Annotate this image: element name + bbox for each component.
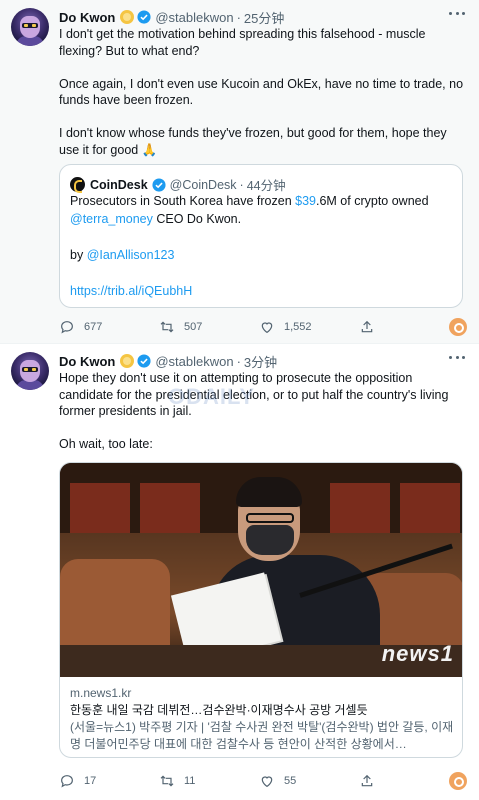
share-button[interactable] [359, 319, 419, 335]
quote-line1-pre: Prosecutors in South Korea have frozen [70, 194, 296, 208]
cashtag-link[interactable]: $39 [295, 194, 316, 208]
card-description: (서울=뉴스1) 박주평 기자 | '검찰 수사권 완전 박탈'(검수완박) 법… [70, 720, 454, 751]
avatar[interactable] [11, 8, 49, 46]
reply-count: 677 [84, 321, 103, 333]
coindesk-avatar [70, 177, 85, 193]
like-button[interactable]: 1,552 [259, 319, 359, 335]
verified-icon [137, 354, 151, 368]
quote-author-handle: @CoinDesk [169, 177, 237, 192]
quote-by-pre: by [70, 248, 87, 262]
reply-count: 17 [84, 775, 97, 787]
verified-icon [152, 177, 166, 192]
tweet-header: Do Kwon @stablekwon · 3分钟 [59, 352, 277, 370]
author-handle[interactable]: @stablekwon [155, 10, 233, 25]
retweet-button[interactable]: 11 [159, 773, 259, 789]
retweet-button[interactable]: 507 [159, 319, 259, 335]
retweet-icon [160, 321, 174, 333]
author-name[interactable]: Do Kwon [59, 10, 115, 25]
card-image: news1 [60, 463, 462, 677]
separator-dot: · [236, 353, 241, 369]
news1-logo: news1 [381, 641, 454, 666]
card-domain: m.news1.kr [70, 686, 132, 700]
author-name[interactable]: Do Kwon [59, 354, 115, 369]
share-icon [361, 320, 373, 333]
gold-badge-icon [120, 354, 135, 368]
more-icon[interactable] [449, 356, 465, 362]
retweet-icon [160, 775, 174, 787]
odaily-icon[interactable] [449, 318, 467, 336]
odaily-icon[interactable] [449, 772, 467, 790]
tweet-header: Do Kwon @stablekwon · 25分钟 [59, 8, 284, 26]
retweet-count: 507 [184, 321, 203, 333]
link-preview-card[interactable]: news1 m.news1.kr 한동훈 내일 국감 데뷔전…검수완박·이재명수… [59, 462, 463, 758]
timestamp[interactable]: 3分钟 [244, 352, 277, 371]
quote-text: Prosecutors in South Korea have frozen $… [70, 192, 455, 300]
like-icon [261, 322, 273, 334]
reply-button[interactable]: 677 [59, 319, 159, 335]
quote-line2-post: CEO Do Kwon. [152, 212, 242, 226]
like-count: 1,552 [284, 321, 312, 333]
tweet-actions: 677 507 1,552 [59, 318, 459, 336]
watermark: ODAILY [168, 384, 256, 409]
quote-line1-post: .6M of crypto owned [316, 194, 429, 208]
tweet-card[interactable]: Do Kwon @stablekwon · 25分钟 I don't get t… [0, 0, 479, 344]
mention-link[interactable]: @terra_money [70, 212, 153, 226]
gold-badge-icon [120, 10, 135, 24]
tweet-text: I don't get the motivation behind spread… [59, 27, 464, 157]
url-link[interactable]: https://trib.al/iQEubhH [70, 284, 192, 298]
verified-icon [137, 10, 151, 24]
reply-button[interactable]: 17 [59, 773, 159, 789]
author-handle[interactable]: @stablekwon [155, 354, 233, 369]
share-button[interactable] [359, 773, 419, 789]
retweet-count: 11 [184, 775, 196, 787]
mention-link[interactable]: @IanAllison123 [87, 248, 175, 262]
separator-dot: · [239, 177, 244, 192]
quote-author-name: CoinDesk [90, 177, 148, 192]
like-button[interactable]: 55 [259, 773, 359, 789]
share-icon [361, 774, 373, 787]
card-meta: m.news1.kr 한동훈 내일 국감 데뷔전…검수완박·이재명수사 공방 거… [70, 685, 454, 753]
tweet-card[interactable]: Do Kwon @stablekwon · 3分钟 Hope they don'… [0, 344, 479, 800]
reply-icon [61, 775, 73, 788]
quoted-tweet[interactable]: CoinDesk @CoinDesk · 44分钟 Prosecutors in… [59, 164, 463, 308]
avatar[interactable] [11, 352, 49, 390]
tweet-actions: 17 11 55 [59, 772, 459, 790]
separator-dot: · [236, 9, 241, 25]
like-icon [261, 776, 273, 788]
timestamp[interactable]: 25分钟 [244, 8, 284, 27]
like-count: 55 [284, 775, 297, 787]
reply-icon [61, 321, 73, 334]
more-icon[interactable] [449, 12, 465, 18]
tweet-text: Hope they don't use it on attempting to … [59, 371, 449, 451]
card-title: 한동훈 내일 국감 데뷔전…검수완박·이재명수사 공방 거셀듯 [70, 703, 368, 717]
